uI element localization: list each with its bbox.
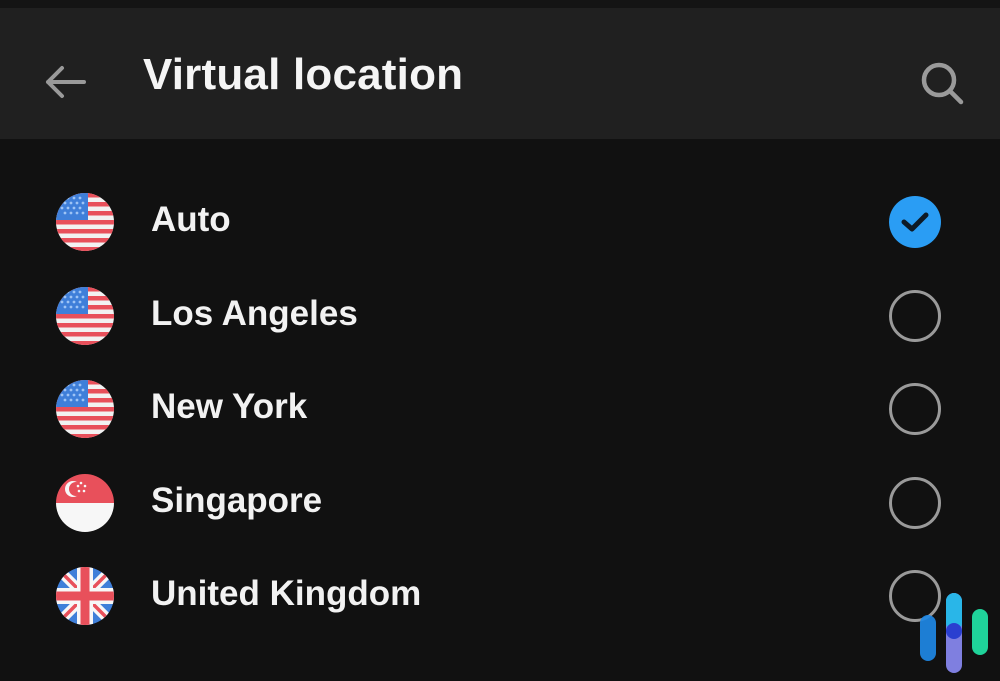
location-label: Auto <box>151 200 231 239</box>
radio-selected[interactable] <box>889 196 941 248</box>
us-flag-icon <box>56 286 114 345</box>
location-label: Singapore <box>151 480 323 520</box>
location-row-new-york[interactable]: New York <box>0 362 1000 456</box>
app-bar: Virtual location <box>0 8 1000 139</box>
search-button[interactable] <box>915 56 971 112</box>
location-row-los-angeles[interactable]: Los Angeles <box>0 269 1000 363</box>
uk-flag-icon <box>56 567 114 625</box>
location-row-singapore[interactable]: Singapore <box>0 456 1000 550</box>
us-flag-icon <box>56 380 114 438</box>
singapore-flag-icon <box>56 473 114 532</box>
brand-logo-icon <box>918 593 990 673</box>
radio-unselected[interactable] <box>889 476 941 529</box>
checkmark-icon <box>901 212 929 232</box>
location-label: Los Angeles <box>151 293 358 333</box>
radio-unselected[interactable] <box>889 289 941 342</box>
location-row-auto[interactable]: Auto <box>0 175 1000 269</box>
arrow-left-icon <box>46 66 86 98</box>
back-button[interactable] <box>40 58 92 110</box>
location-label: United Kingdom <box>151 574 422 613</box>
location-list: Auto Los Angeles New York Singapore Unit… <box>0 175 1000 643</box>
location-label: New York <box>151 387 308 426</box>
page-title: Virtual location <box>143 50 464 99</box>
location-row-united-kingdom[interactable]: United Kingdom <box>0 549 1000 643</box>
status-strip <box>0 0 1000 8</box>
us-flag-icon <box>56 193 114 251</box>
search-icon <box>921 62 964 105</box>
radio-unselected[interactable] <box>889 383 941 435</box>
